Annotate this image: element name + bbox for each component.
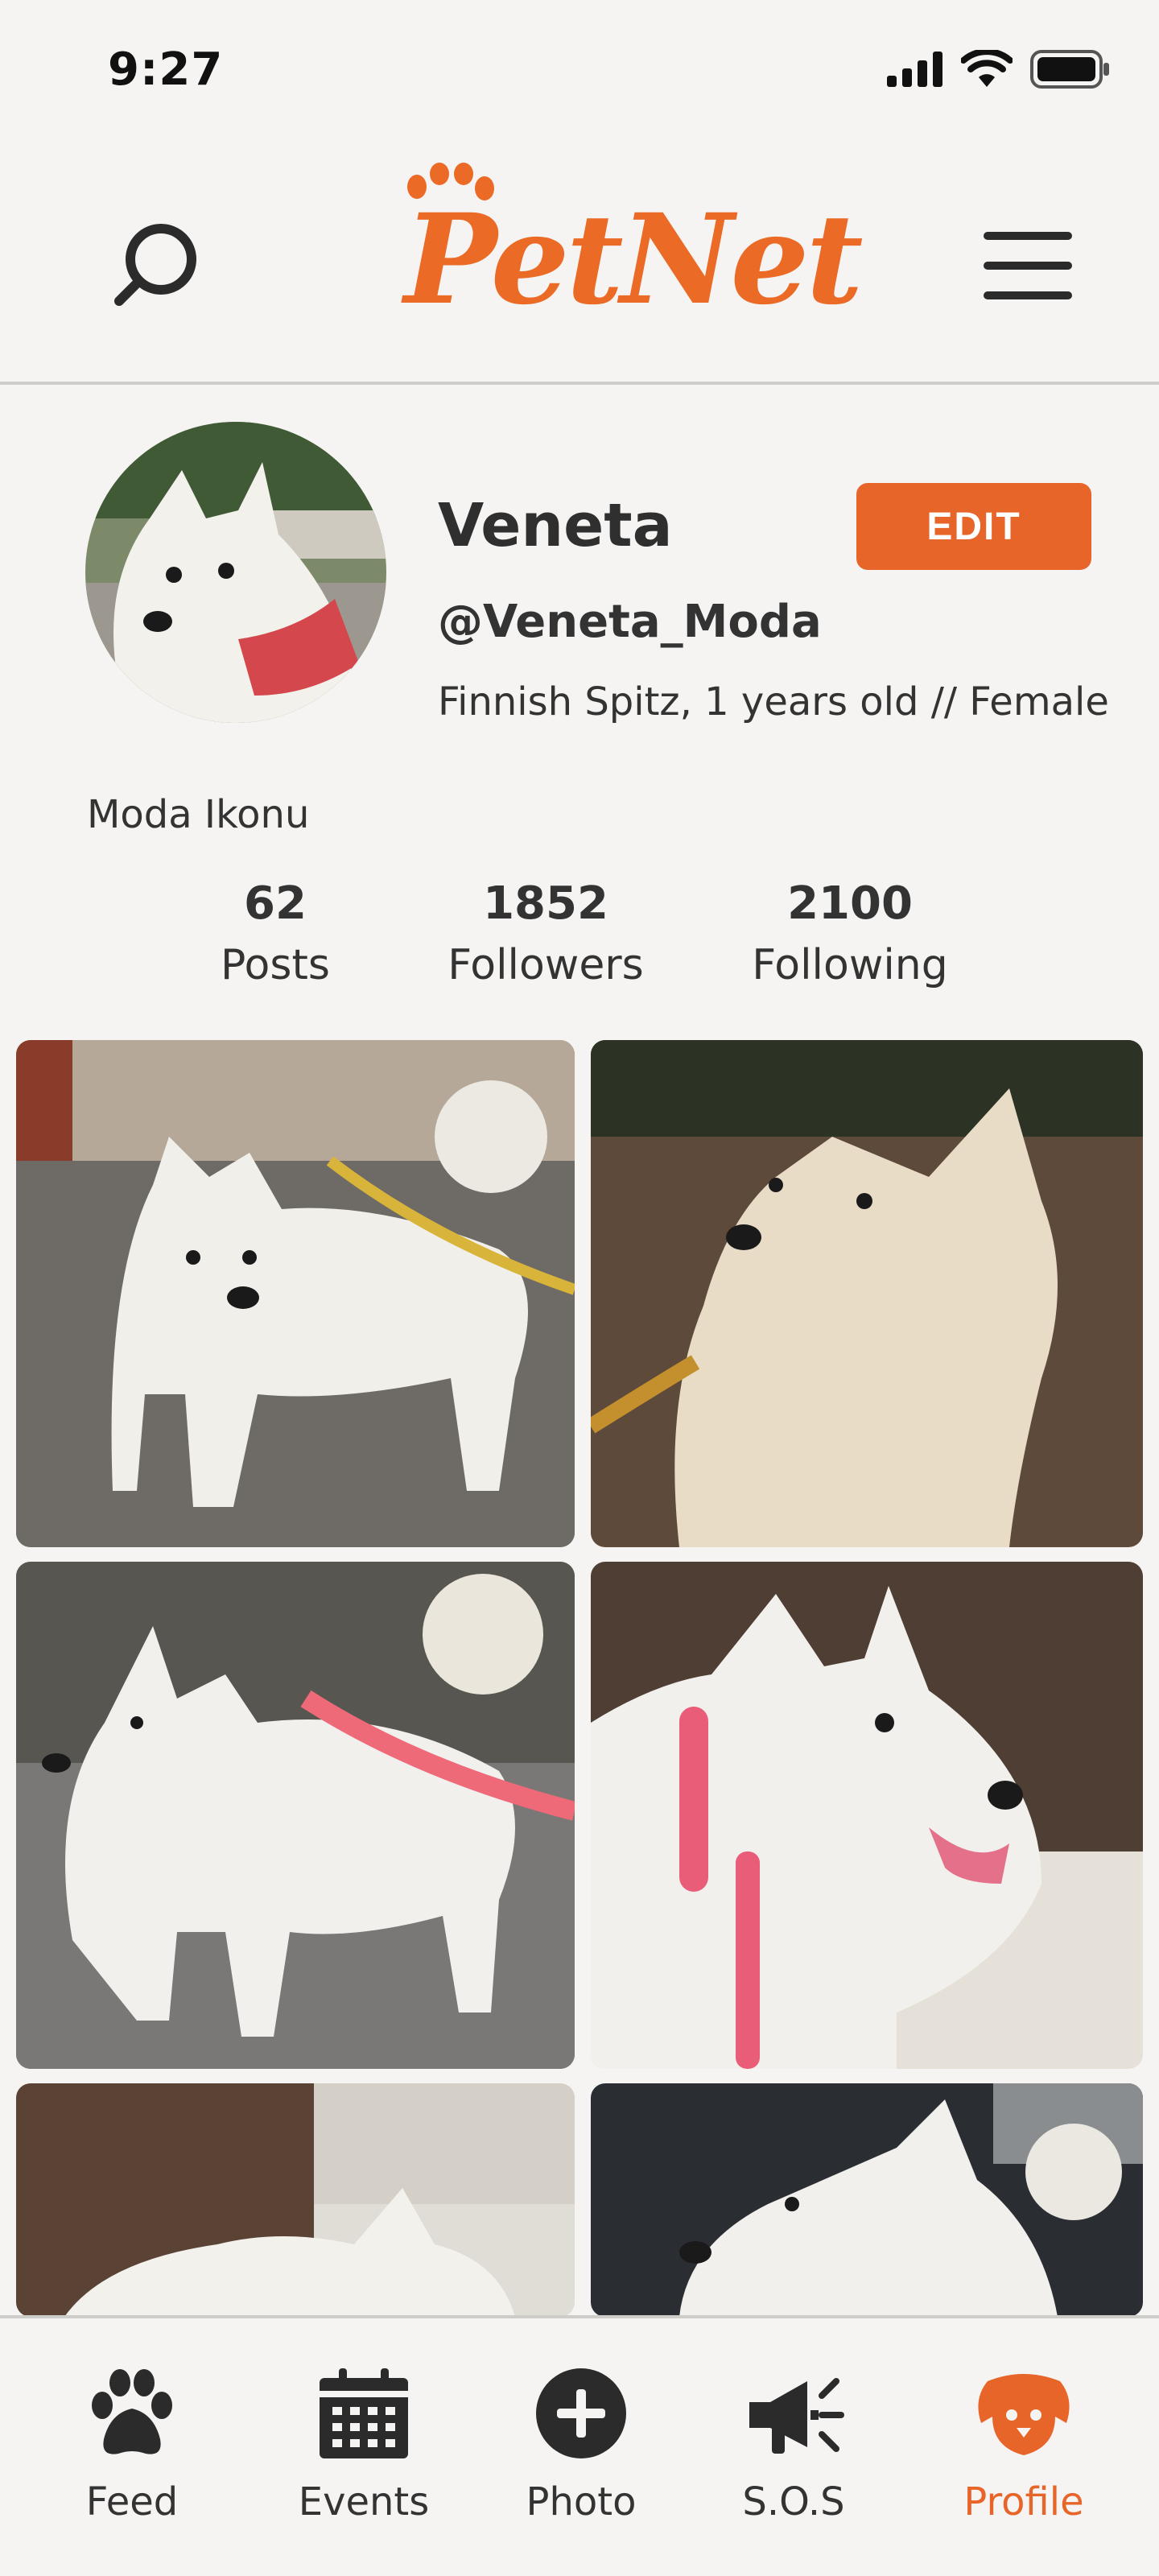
status-icons <box>887 50 1111 89</box>
megaphone-icon <box>749 2378 844 2454</box>
post-photo[interactable] <box>16 1562 575 2069</box>
nav-photo[interactable]: Photo <box>485 2367 678 2544</box>
stat-following-label: Following <box>752 941 948 989</box>
post-photo[interactable] <box>591 1040 1143 1547</box>
profile-avatar[interactable] <box>85 422 386 723</box>
edit-profile-button[interactable]: EDIT <box>856 483 1091 570</box>
post-photo[interactable] <box>591 1562 1143 2069</box>
profile-stats: 62 Posts 1852 Followers 2100 Following <box>0 877 1159 998</box>
stat-followers[interactable]: 1852 Followers <box>417 877 674 989</box>
hamburger-menu-icon[interactable] <box>984 232 1072 299</box>
post-photo[interactable] <box>591 2083 1143 2317</box>
stat-followers-value: 1852 <box>483 877 608 930</box>
nav-events-label: Events <box>298 2479 430 2524</box>
nav-profile-label: Profile <box>963 2479 1084 2524</box>
search-icon[interactable] <box>109 217 206 314</box>
stat-posts-value: 62 <box>244 877 307 930</box>
stat-following[interactable]: 2100 Following <box>721 877 979 989</box>
status-time: 9:27 <box>108 43 224 96</box>
bottom-nav: Feed Events Photo S.O.S Profile <box>0 2315 1159 2576</box>
nav-sos[interactable]: S.O.S <box>697 2367 890 2544</box>
status-bar: 9:27 <box>0 0 1159 145</box>
nav-events[interactable]: Events <box>267 2367 460 2544</box>
profile-bio: Moda Ikonu <box>87 792 310 837</box>
post-photo[interactable] <box>16 2083 575 2317</box>
nav-feed[interactable]: Feed <box>35 2367 229 2544</box>
signal-icon <box>887 52 942 87</box>
add-photo-icon <box>536 2368 626 2458</box>
profile-description: Finnish Spitz, 1 years old // Female <box>438 679 1109 724</box>
nav-photo-label: Photo <box>526 2479 637 2524</box>
stat-posts[interactable]: 62 Posts <box>146 877 404 989</box>
nav-sos-label: S.O.S <box>742 2479 845 2524</box>
stat-following-value: 2100 <box>787 877 913 930</box>
petnet-logo: PetNet <box>393 163 864 340</box>
app-header: PetNet <box>0 145 1159 385</box>
post-photo[interactable] <box>16 1040 575 1547</box>
profile-handle: @Veneta_Moda <box>438 596 822 648</box>
wifi-icon <box>961 50 1013 87</box>
logo-text: PetNet <box>404 187 864 332</box>
stat-followers-label: Followers <box>448 941 644 989</box>
stat-posts-label: Posts <box>221 941 330 989</box>
profile-name: Veneta <box>438 491 673 560</box>
battery-icon <box>1030 50 1109 89</box>
nav-profile[interactable]: Profile <box>927 2367 1120 2544</box>
dog-face-icon <box>978 2374 1070 2455</box>
paw-icon <box>92 2369 172 2454</box>
nav-feed-label: Feed <box>85 2479 179 2524</box>
calendar-icon <box>320 2368 408 2458</box>
